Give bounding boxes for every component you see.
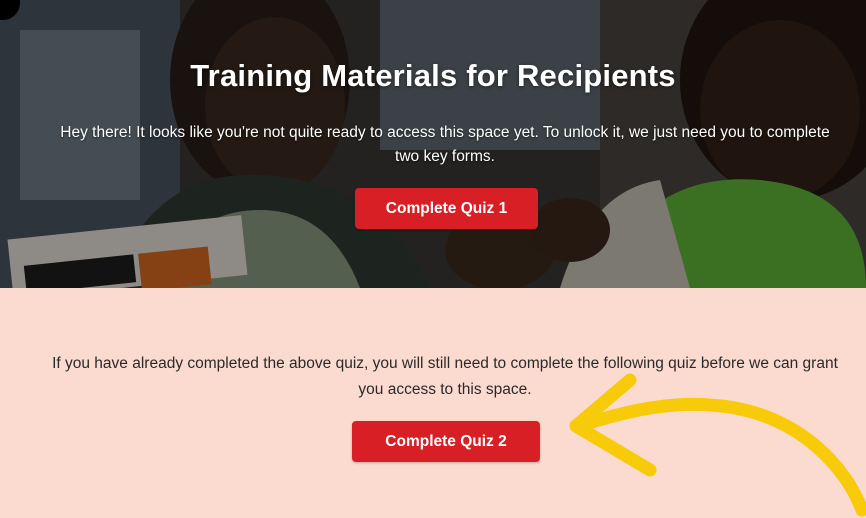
complete-quiz-2-button[interactable]: Complete Quiz 2	[352, 421, 540, 462]
complete-quiz-1-button[interactable]: Complete Quiz 1	[355, 188, 538, 229]
second-quiz-message: If you have already completed the above …	[52, 355, 838, 398]
page: Training Materials for Recipients Hey th…	[0, 0, 866, 518]
page-title: Training Materials for Recipients	[190, 58, 676, 93]
hero-banner: Training Materials for Recipients Hey th…	[0, 0, 866, 288]
second-quiz-section: If you have already completed the above …	[0, 288, 866, 518]
hero-content: Training Materials for Recipients Hey th…	[0, 0, 866, 288]
access-message: Hey there! It looks like you're not quit…	[60, 124, 830, 165]
